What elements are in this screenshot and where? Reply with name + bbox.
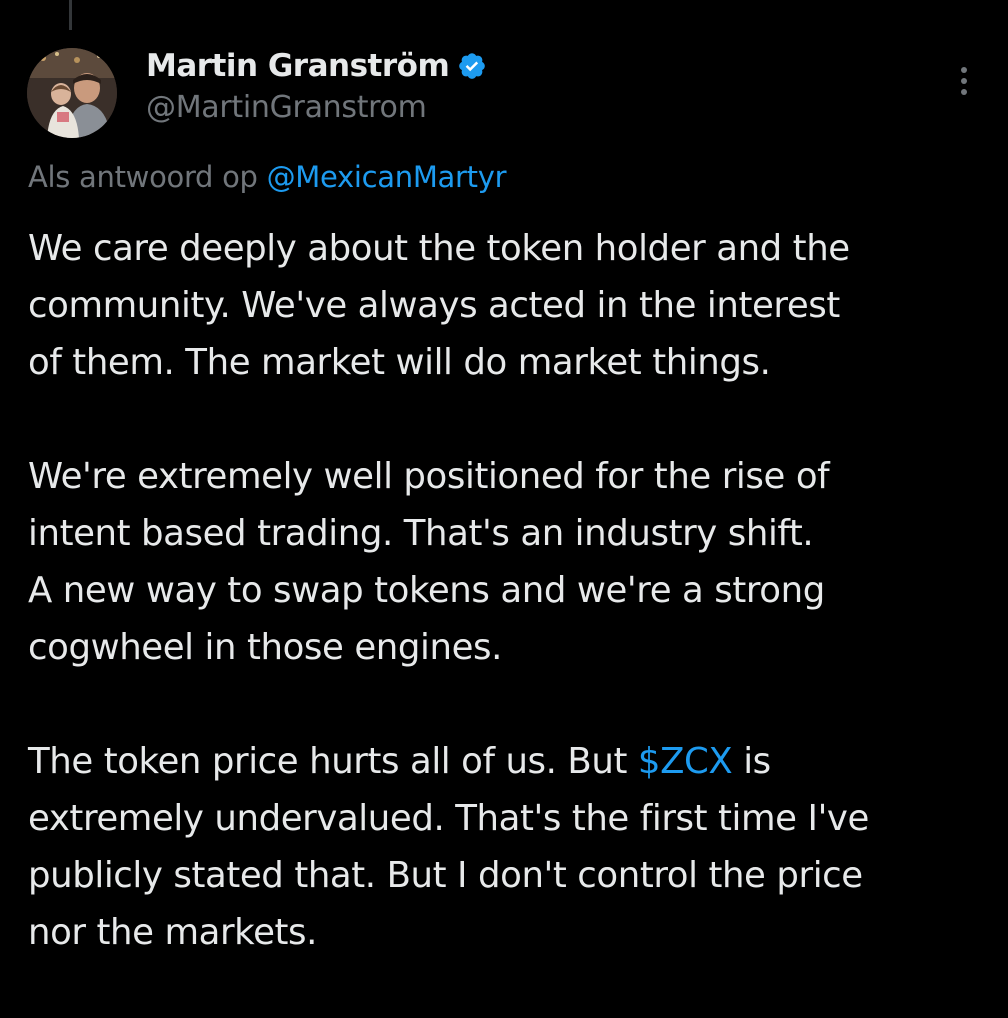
tweet-line: of them. The market will do market thing… [28, 342, 771, 383]
reply-prefix: Als antwoord op [28, 160, 258, 194]
tweet-line: cogwheel in those engines. [28, 627, 502, 668]
reply-context: Als antwoord op @MexicanMartyr [28, 160, 507, 194]
tweet-line: We care deeply about the token holder an… [28, 228, 850, 269]
tweet-line: community. We've always acted in the int… [28, 285, 840, 326]
tweet-text-segment: The token price hurts all of us. But [28, 741, 638, 782]
thread-connector-line [69, 0, 72, 30]
tweet-line: extremely undervalued. That's the first … [28, 798, 869, 839]
profile-photo-icon [27, 48, 117, 138]
tweet-paragraph: We're extremely well positioned for the … [28, 448, 988, 676]
author-display-name[interactable]: Martin Granström [146, 48, 450, 84]
tweet-line: A new way to swap tokens and we're a str… [28, 570, 825, 611]
tweet-text-segment: is [732, 741, 771, 782]
cashtag-link[interactable]: $ZCX [638, 741, 733, 782]
author-name-row[interactable]: Martin Granström [146, 44, 487, 88]
tweet-line: intent based trading. That's an industry… [28, 513, 814, 554]
avatar[interactable] [27, 48, 117, 138]
tweet-paragraph: The token price hurts all of us. But $ZC… [28, 733, 988, 961]
more-options-button[interactable] [950, 62, 978, 102]
tweet-paragraph: We care deeply about the token holder an… [28, 220, 988, 391]
tweet-text: We care deeply about the token holder an… [28, 220, 988, 1018]
more-options-icon [961, 67, 967, 95]
tweet-line: The token price hurts all of us. But $ZC… [28, 733, 988, 790]
tweet-line: publicly stated that. But I don't contro… [28, 855, 863, 896]
tweet-line: nor the markets. [28, 912, 318, 953]
tweet-line: We're extremely well positioned for the … [28, 456, 830, 497]
reply-mention-link[interactable]: @MexicanMartyr [267, 160, 507, 194]
author-handle[interactable]: @MartinGranstrom [146, 90, 427, 125]
verified-badge-icon[interactable] [457, 51, 487, 81]
